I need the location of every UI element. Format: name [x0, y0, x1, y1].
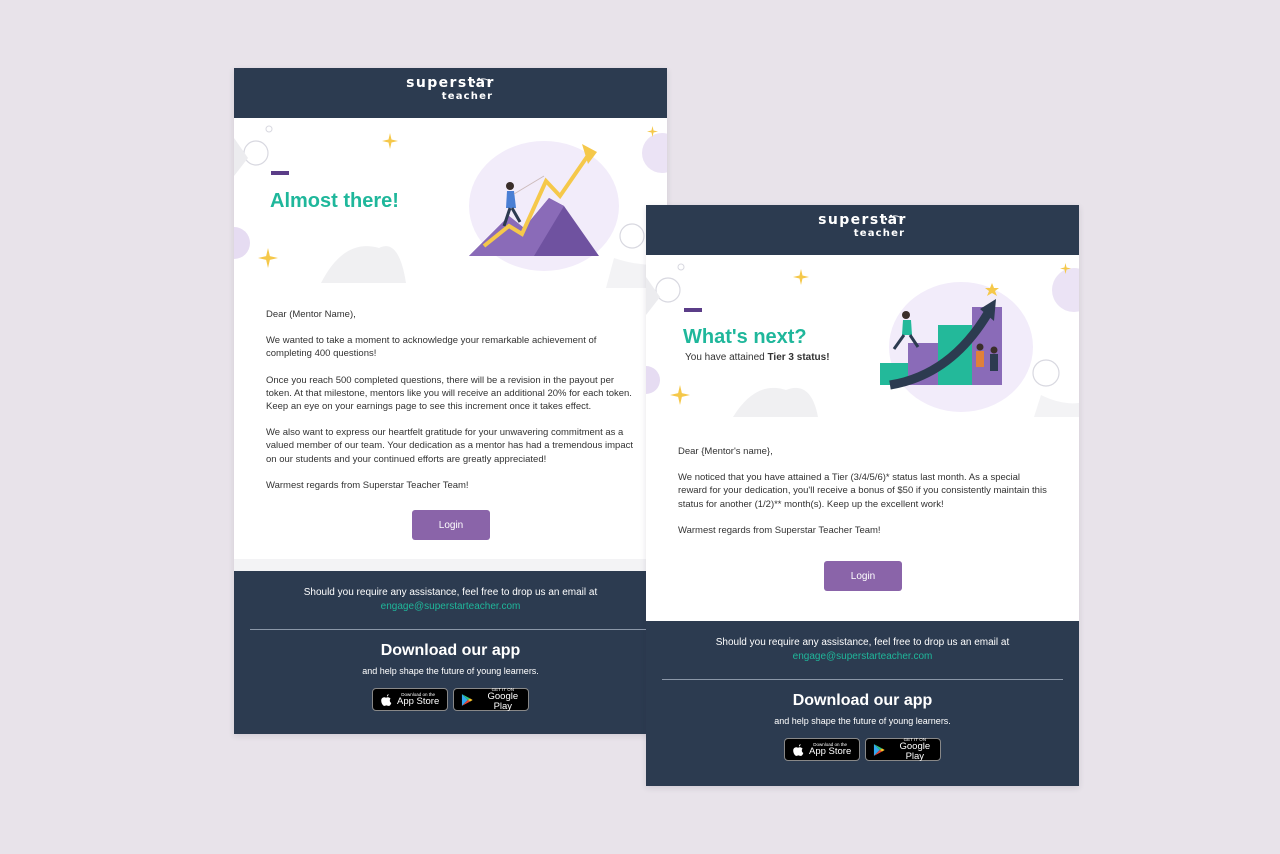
- apple-icon: [381, 693, 392, 706]
- sparkle-icon: [793, 269, 809, 285]
- app-store-badge[interactable]: Download on the App Store: [784, 738, 860, 761]
- greeting: Dear (Mentor Name),: [266, 309, 356, 320]
- sparkle-icon: [382, 133, 398, 149]
- sparkle-icon: [647, 126, 658, 137]
- app-store-label: App Store: [809, 746, 852, 757]
- email-whats-next: superstar teacher What's next? You have …: [646, 205, 1079, 786]
- download-subtitle: and help shape the future of young learn…: [774, 716, 951, 726]
- signoff: Warmest regards from Superstar Teacher T…: [678, 524, 881, 536]
- body-paragraph: We wanted to take a moment to acknowledg…: [266, 335, 597, 360]
- superstar-teacher-logo: superstar teacher: [818, 212, 907, 239]
- stars-icon: [884, 214, 904, 221]
- google-play-label: Google Play: [899, 741, 931, 762]
- email-header: superstar teacher: [234, 68, 667, 118]
- login-button[interactable]: Login: [824, 561, 902, 591]
- app-store-badge[interactable]: Download on the App Store: [372, 688, 448, 711]
- tier-status: Tier 3 status!: [767, 352, 830, 363]
- greeting: Dear {Mentor's name},: [678, 446, 773, 457]
- email-header: superstar teacher: [646, 205, 1079, 255]
- email-body: Dear (Mentor Name), We wanted to take a …: [266, 308, 635, 505]
- footer-divider: [662, 679, 1063, 680]
- superstar-teacher-logo: superstar teacher: [406, 75, 495, 102]
- app-badges: Download on the App Store GET IT ON Google…: [234, 687, 667, 712]
- hero-title: What's next?: [683, 326, 807, 348]
- sparkle-icon: [670, 385, 690, 405]
- body-paragraph: We noticed that you have attained a Tier…: [678, 472, 1047, 510]
- support-email-link[interactable]: engage@superstarteacher.com: [646, 650, 1079, 664]
- support-email-link[interactable]: engage@superstarteacher.com: [234, 600, 667, 614]
- accent-bar: [684, 308, 702, 312]
- climbing-growth-illustration: [469, 141, 619, 271]
- download-subtitle: and help shape the future of young learn…: [362, 666, 539, 676]
- google-play-icon: [873, 743, 885, 756]
- download-title: Download our app: [380, 642, 521, 659]
- sparkle-icon: [1060, 263, 1071, 274]
- email-almost-there: superstar teacher Almost there! Dear (Me…: [234, 68, 667, 734]
- tier-status-subtitle: You have attained Tier 3 status!: [685, 352, 830, 363]
- apple-icon: [793, 743, 804, 756]
- footer-divider: [250, 629, 651, 630]
- email-footer: Should you require any assistance, feel …: [646, 621, 1079, 786]
- download-title: Download our app: [792, 692, 933, 709]
- google-play-badge[interactable]: GET IT ON Google Play: [865, 737, 941, 762]
- app-badges: Download on the App Store GET IT ON Google…: [646, 737, 1079, 762]
- hero-banner: Almost there!: [234, 118, 667, 288]
- accent-bar: [271, 171, 289, 175]
- body-bottom-band: [234, 559, 667, 571]
- body-paragraph: Once you reach 500 completed questions, …: [266, 374, 632, 413]
- google-play-label: Google Play: [487, 691, 519, 712]
- subtitle-text: You have attained: [685, 352, 768, 363]
- sparkle-icon: [258, 248, 278, 268]
- body-paragraph: We also want to express our heartfelt gr…: [266, 427, 634, 465]
- hero-banner: What's next? You have attained Tier 3 st…: [646, 255, 1079, 417]
- assistance-text: Should you require any assistance, feel …: [715, 637, 1010, 648]
- assistance-text: Should you require any assistance, feel …: [303, 587, 598, 598]
- app-store-label: App Store: [397, 696, 440, 707]
- signoff: Warmest regards from Superstar Teacher T…: [266, 479, 469, 491]
- google-play-badge[interactable]: GET IT ON Google Play: [453, 687, 529, 712]
- growth-steps-illustration: [880, 282, 1033, 412]
- email-body: Dear {Mentor's name}, We noticed that yo…: [678, 445, 1047, 550]
- stars-icon: [472, 77, 492, 84]
- email-footer: Should you require any assistance, feel …: [234, 571, 667, 734]
- hero-title: Almost there!: [270, 190, 399, 212]
- google-play-icon: [461, 693, 473, 706]
- login-button[interactable]: Login: [412, 510, 490, 540]
